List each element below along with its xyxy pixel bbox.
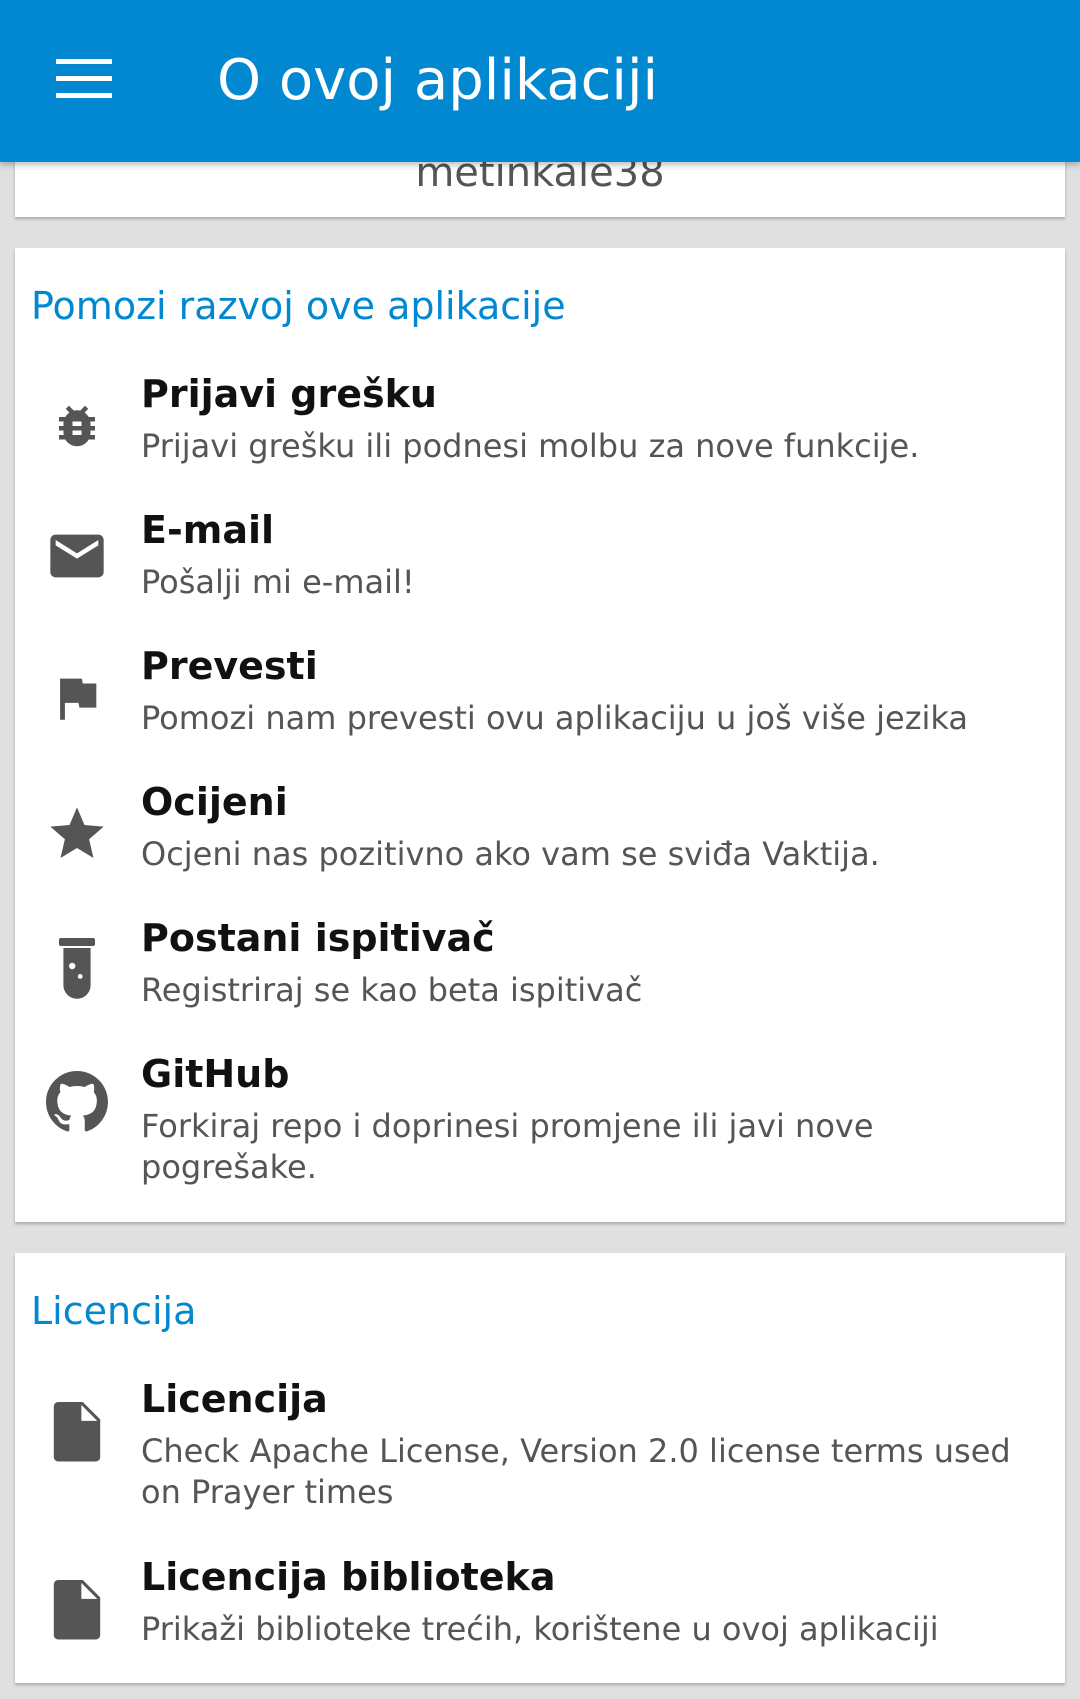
item-desc: Prijavi grešku ili podnesi molbu za nove… (141, 427, 920, 465)
star-icon (45, 802, 109, 866)
page-title: O ovoj aplikaciji (217, 48, 659, 113)
item-desc: Ocjeni nas pozitivno ako vam se sviđa Va… (141, 835, 880, 873)
item-desc: Pošalji mi e-mail! (141, 563, 415, 601)
item-title: Prijavi grešku (141, 372, 437, 416)
list-item-beta-tester[interactable]: Postani ispitivač Registriraj se kao bet… (15, 916, 1065, 1020)
list-item-library-licenses[interactable]: Licencija biblioteka Prikaži biblioteke … (15, 1555, 1065, 1659)
list-item-rate[interactable]: Ocijeni Ocjeni nas pozitivno ako vam se … (15, 780, 1065, 884)
item-desc: Pomozi nam prevesti ovu aplikaciju u još… (141, 699, 968, 737)
item-title: Licencija biblioteka (141, 1555, 556, 1599)
item-desc: Prikaži biblioteke trećih, korištene u o… (141, 1610, 939, 1648)
item-desc: Registriraj se kao beta ispitivač (141, 971, 643, 1009)
email-icon (45, 524, 109, 588)
file-icon (45, 1399, 109, 1463)
about-content: metinkale38 Pomozi razvoj ove aplikacije… (0, 0, 1080, 1699)
list-item-email[interactable]: E-mail Pošalji mi e-mail! (15, 508, 1065, 612)
item-title: Ocijeni (141, 780, 288, 824)
file-icon (45, 1577, 109, 1641)
app-toolbar: O ovoj aplikaciji (0, 0, 1080, 162)
item-title: E-mail (141, 508, 275, 552)
license-section-title: Licencija (31, 1289, 197, 1333)
test-tube-icon (45, 938, 109, 1002)
help-card: Pomozi razvoj ove aplikacije Prijavi gre… (15, 248, 1065, 1222)
bug-icon (45, 394, 109, 458)
item-title: Postani ispitivač (141, 916, 495, 960)
item-desc: Forkiraj repo i doprinesi promjene ili j… (141, 1107, 874, 1186)
hamburger-menu-icon (56, 59, 112, 103)
item-title: Licencija (141, 1377, 328, 1421)
help-section-title: Pomozi razvoj ove aplikacije (31, 284, 566, 328)
flag-icon (45, 666, 109, 730)
item-desc: Check Apache License, Version 2.0 licens… (141, 1432, 1011, 1511)
github-icon (45, 1070, 109, 1134)
license-card: Licencija Licencija Check Apache License… (15, 1253, 1065, 1683)
item-title: GitHub (141, 1052, 290, 1096)
list-item-license[interactable]: Licencija Check Apache License, Version … (15, 1377, 1065, 1522)
list-item-translate[interactable]: Prevesti Pomozi nam prevesti ovu aplikac… (15, 644, 1065, 748)
menu-button[interactable] (30, 30, 138, 132)
item-title: Prevesti (141, 644, 318, 688)
list-item-report-bug[interactable]: Prijavi grešku Prijavi grešku ili podnes… (15, 372, 1065, 476)
list-item-github[interactable]: GitHub Forkiraj repo i doprinesi promjen… (15, 1052, 1065, 1197)
